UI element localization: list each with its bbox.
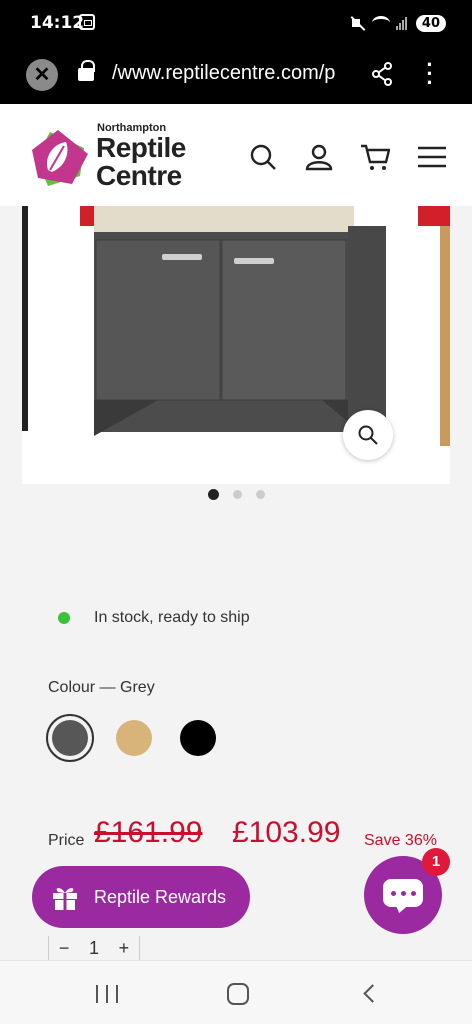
quantity-decrease-button[interactable]: − bbox=[59, 938, 70, 959]
swatch-fill bbox=[180, 720, 216, 756]
logo-leaf-icon bbox=[32, 130, 88, 186]
gallery-pagination bbox=[22, 489, 450, 500]
zoom-button[interactable] bbox=[343, 410, 393, 460]
price-label: Price bbox=[48, 832, 85, 849]
browser-menu-icon[interactable]: · · · bbox=[420, 54, 440, 94]
colour-swatch-grey[interactable] bbox=[46, 714, 94, 762]
system-nav-bar bbox=[0, 960, 472, 1024]
gallery-dot[interactable] bbox=[232, 490, 242, 499]
colour-swatch-black[interactable] bbox=[174, 714, 222, 762]
account-icon[interactable] bbox=[304, 142, 334, 172]
site-logo[interactable]: Northampton Reptile Centre bbox=[30, 120, 210, 192]
colour-label: Colour — Grey bbox=[48, 679, 155, 696]
close-tab-button[interactable]: ✕ bbox=[26, 59, 58, 91]
status-icons: 40 bbox=[350, 13, 446, 33]
status-time: 14:12 bbox=[30, 13, 85, 33]
zoom-icon bbox=[358, 425, 378, 445]
search-icon[interactable] bbox=[248, 142, 278, 172]
reptile-rewards-button[interactable]: Reptile Rewards bbox=[32, 866, 250, 928]
browser-url-bar: ✕ /www.reptilecentre.com/p · · · bbox=[0, 46, 472, 104]
mute-icon bbox=[350, 15, 366, 31]
savings-badge: Save 36% bbox=[364, 832, 437, 849]
url-field[interactable]: /www.reptilecentre.com/p bbox=[112, 62, 352, 85]
rewards-label: Reptile Rewards bbox=[94, 886, 227, 907]
recent-apps-button[interactable] bbox=[96, 985, 118, 1003]
wifi-icon bbox=[371, 16, 390, 30]
original-price: £161.99 bbox=[94, 816, 203, 849]
site-header: Northampton Reptile Centre bbox=[0, 104, 472, 206]
gift-icon bbox=[53, 887, 77, 910]
share-icon[interactable] bbox=[371, 62, 393, 86]
colour-swatch-oak[interactable] bbox=[110, 714, 158, 762]
signal-icon bbox=[395, 16, 410, 30]
stock-indicator bbox=[58, 612, 70, 624]
logo-name: Reptile Centre bbox=[96, 132, 186, 191]
back-button[interactable] bbox=[363, 984, 382, 1003]
battery-indicator: 40 bbox=[415, 14, 446, 32]
lock-icon bbox=[78, 60, 95, 81]
quantity-stepper: − 1 + bbox=[48, 936, 140, 960]
screenshot-icon bbox=[79, 14, 95, 30]
gallery-dot[interactable] bbox=[255, 490, 265, 499]
product-page: In stock, ready to ship Colour — Grey Pr… bbox=[22, 206, 450, 960]
cart-icon[interactable] bbox=[360, 142, 390, 172]
status-bar: 14:12 40 bbox=[0, 0, 472, 46]
home-button[interactable] bbox=[227, 983, 249, 1005]
chat-notification-badge: 1 bbox=[422, 848, 450, 876]
stock-status: In stock, ready to ship bbox=[58, 609, 250, 627]
product-gallery[interactable] bbox=[22, 206, 450, 484]
swatch-fill bbox=[116, 720, 152, 756]
gallery-dot[interactable] bbox=[207, 489, 219, 500]
colour-swatches bbox=[46, 714, 222, 762]
quantity-value[interactable]: 1 bbox=[89, 938, 99, 959]
chat-icon bbox=[383, 879, 423, 907]
quantity-increase-button[interactable]: + bbox=[119, 938, 130, 959]
menu-icon[interactable] bbox=[417, 142, 447, 172]
sale-price: £103.99 bbox=[232, 816, 341, 849]
swatch-fill bbox=[52, 720, 88, 756]
stock-text: In stock, ready to ship bbox=[94, 609, 250, 626]
price-row: Price £161.99 £103.99 Save 36% bbox=[48, 816, 448, 856]
